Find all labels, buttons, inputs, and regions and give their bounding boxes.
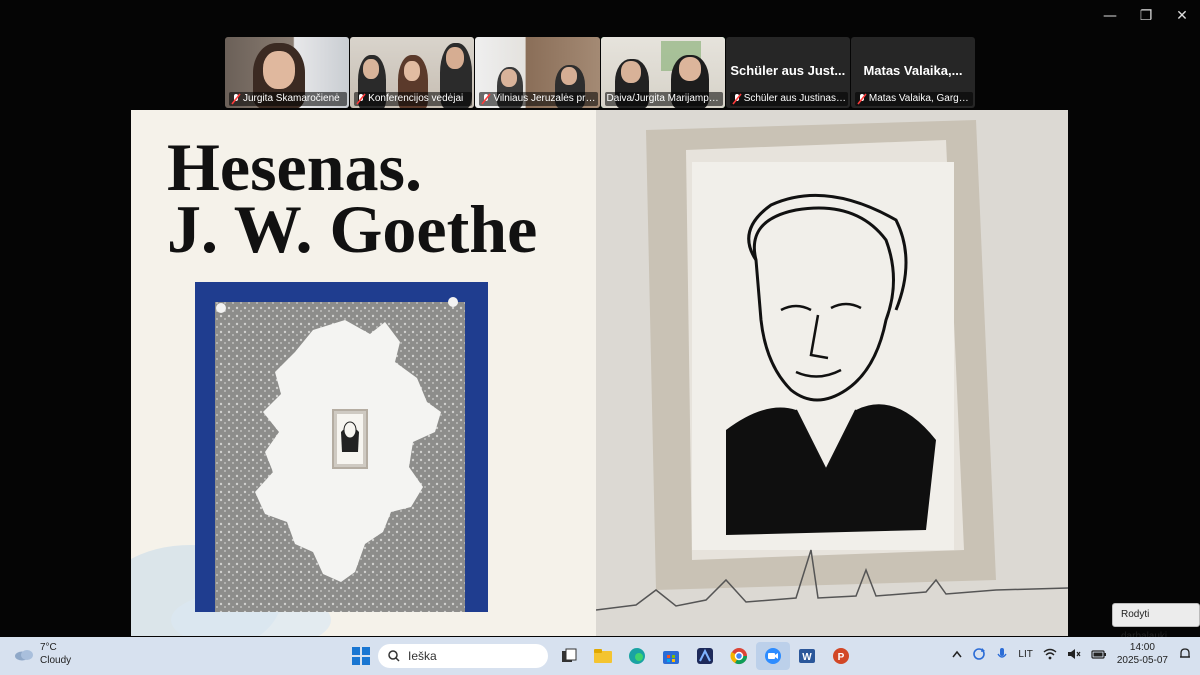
goethe-portrait-photo bbox=[596, 110, 1068, 636]
zoom-meeting-window: — ❐ ✕ Jurgita Skamaročienė Konferencijos… bbox=[0, 0, 1200, 675]
participant-video-strip: Jurgita Skamaročienė Konferencijos vedėj… bbox=[225, 37, 976, 108]
participant-tile[interactable]: Matas Valaika,... Matas Valaika, Gargžd.… bbox=[850, 37, 976, 108]
cloud-icon bbox=[15, 650, 33, 661]
notification-bell-icon[interactable] bbox=[1178, 647, 1192, 661]
taskbar-clock[interactable]: 14:00 2025-05-07 bbox=[1117, 641, 1168, 667]
speaker-muted-icon[interactable] bbox=[1067, 648, 1081, 660]
battery-icon[interactable] bbox=[1091, 648, 1107, 660]
taskbar-search-box[interactable]: Ieška bbox=[378, 644, 548, 668]
windows-start-icon[interactable] bbox=[344, 642, 378, 670]
chrome-icon[interactable] bbox=[722, 642, 756, 670]
participant-name: Matas Valaika, Gargžd... bbox=[854, 92, 974, 106]
powerpoint-icon[interactable]: P bbox=[824, 642, 858, 670]
show-desktop-tooltip: Rodyti darbalaukį bbox=[1112, 603, 1200, 642]
windows-taskbar: 7°C Cloudy Ieška W P LIT 14:00 2025-05-0… bbox=[0, 637, 1200, 675]
participant-name: Daiva/Jurgita Marijampol... bbox=[604, 92, 723, 106]
participant-tile[interactable]: Konferencijos vedėjai bbox=[350, 37, 475, 108]
search-icon bbox=[388, 650, 400, 662]
task-view-icon[interactable] bbox=[552, 642, 586, 670]
weather-widget[interactable]: 7°C Cloudy bbox=[14, 641, 71, 667]
microphone-icon[interactable] bbox=[996, 647, 1008, 661]
store-icon[interactable] bbox=[654, 642, 688, 670]
zoom-icon[interactable] bbox=[756, 642, 790, 670]
close-button[interactable]: ✕ bbox=[1164, 4, 1200, 28]
weather-temperature: 7°C bbox=[40, 642, 57, 653]
participant-name: Vilniaus Jeruzalės prog... bbox=[479, 92, 598, 106]
minimize-button[interactable]: — bbox=[1092, 4, 1128, 28]
search-placeholder: Ieška bbox=[408, 649, 437, 663]
muted-mic-icon bbox=[481, 93, 491, 105]
svg-text:W: W bbox=[802, 652, 812, 663]
wifi-icon[interactable] bbox=[1043, 648, 1057, 660]
file-explorer-icon[interactable] bbox=[586, 642, 620, 670]
svg-text:P: P bbox=[838, 652, 845, 663]
participant-tile[interactable]: Vilniaus Jeruzalės prog... bbox=[475, 37, 600, 108]
weather-description: Cloudy bbox=[40, 655, 72, 666]
participant-tile[interactable]: Jurgita Skamaročienė bbox=[225, 37, 350, 108]
muted-mic-icon bbox=[356, 93, 366, 105]
muted-mic-icon bbox=[857, 93, 867, 105]
word-icon[interactable]: W bbox=[790, 642, 824, 670]
muted-mic-icon bbox=[231, 93, 241, 105]
muted-mic-icon bbox=[732, 93, 742, 105]
copilot-icon[interactable] bbox=[688, 642, 722, 670]
participant-display-name: Matas Valaika,... bbox=[863, 63, 963, 78]
participant-display-name: Schüler aus Just... bbox=[730, 63, 846, 78]
window-controls: — ❐ ✕ bbox=[1092, 4, 1200, 28]
participant-name: Schüler aus Justinas-V... bbox=[729, 92, 848, 106]
shared-screen-slide: Hesenas. J. W. Goethe bbox=[131, 110, 1068, 636]
system-tray: LIT 14:00 2025-05-07 bbox=[952, 641, 1192, 667]
hesse-map-photo bbox=[195, 282, 488, 612]
participant-name: Konferencijos vedėjai bbox=[354, 92, 473, 106]
slide-title: Hesenas. J. W. Goethe bbox=[167, 129, 538, 267]
edge-icon[interactable] bbox=[620, 642, 654, 670]
participant-name: Jurgita Skamaročienė bbox=[229, 92, 348, 106]
input-language[interactable]: LIT bbox=[1018, 649, 1032, 660]
chevron-up-icon[interactable] bbox=[952, 650, 962, 658]
participant-tile[interactable]: Schüler aus Just... Schüler aus Justinas… bbox=[725, 37, 850, 108]
participant-tile-active-speaker[interactable]: Daiva/Jurgita Marijampol... bbox=[600, 37, 725, 108]
sync-icon[interactable] bbox=[972, 647, 986, 661]
restore-button[interactable]: ❐ bbox=[1128, 4, 1164, 28]
